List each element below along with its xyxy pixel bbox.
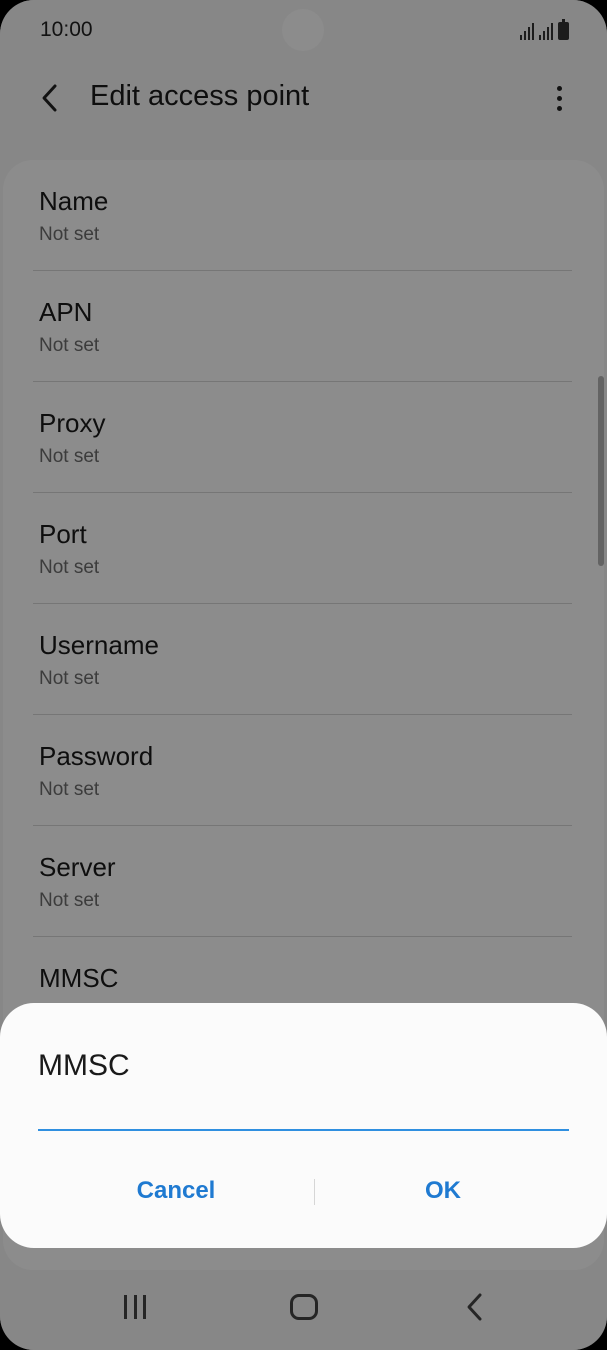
phone-screen: 10:00 Edit access point Name Not set APN… (0, 0, 607, 1350)
mmsc-dialog: MMSC Cancel OK (0, 1003, 607, 1248)
cancel-button[interactable]: Cancel (46, 1163, 306, 1219)
dialog-buttons: Cancel OK (0, 1163, 607, 1219)
mmsc-input[interactable] (38, 1099, 569, 1131)
ok-button[interactable]: OK (313, 1163, 573, 1219)
dialog-title: MMSC (38, 1049, 130, 1082)
